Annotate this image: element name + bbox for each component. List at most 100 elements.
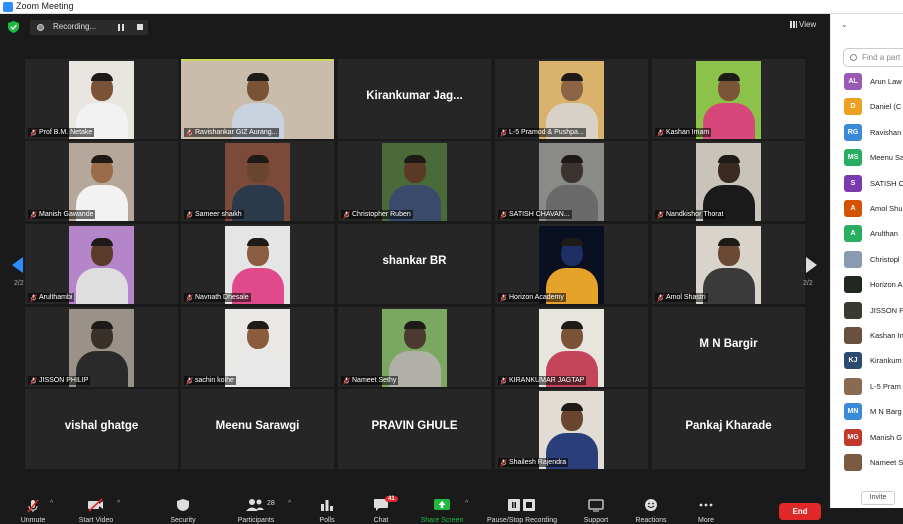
search-icon <box>850 54 857 61</box>
participant-tile[interactable]: Horizon Academy <box>495 224 648 304</box>
participant-tile[interactable]: shankar BR <box>338 224 491 304</box>
participant-name-label: SATISH CHAVAN... <box>498 210 572 219</box>
view-label: View <box>799 20 817 29</box>
participant-tile[interactable]: Nameet Sethy <box>338 307 491 387</box>
stop-recording-icon[interactable] <box>137 24 143 30</box>
muted-mic-icon <box>343 377 350 385</box>
avatar <box>844 250 862 268</box>
participant-tile[interactable]: M N Bargir <box>652 307 805 387</box>
participant-list-item[interactable]: MS Meenu Sa <box>844 149 903 167</box>
video-options-caret-icon[interactable]: ^ <box>117 500 120 507</box>
participant-tile[interactable]: vishal ghatge <box>25 389 178 469</box>
muted-mic-icon <box>500 377 507 385</box>
participant-list-item[interactable]: Nameet S <box>844 454 903 472</box>
participant-tile[interactable]: PRAVIN GHULE <box>338 389 491 469</box>
share-options-caret-icon[interactable]: ^ <box>465 500 468 507</box>
participant-tile[interactable]: Kirankumar Jag... <box>338 59 491 139</box>
participant-name-label: Ravishankar GIZ Aurang... <box>184 128 280 137</box>
participant-list-item[interactable]: A Arulthan <box>844 225 903 243</box>
participant-tile[interactable]: JISSON PHILIP <box>25 307 178 387</box>
participant-list-item[interactable]: MG Manish G <box>844 428 903 447</box>
participants-options-caret-icon[interactable]: ^ <box>288 500 291 507</box>
participant-tile[interactable]: sachin kolhe <box>181 307 334 387</box>
participant-name-display: Meenu Sarawgi <box>215 420 300 432</box>
reactions-button[interactable]: Reactions <box>621 484 681 524</box>
avatar: RG <box>844 123 862 141</box>
participant-tile[interactable]: Nandkishor Thorat <box>652 141 805 221</box>
participant-list-item[interactable]: Horizon A <box>844 276 903 294</box>
participant-tile[interactable]: Manish Gawande <box>25 141 178 221</box>
invite-button[interactable]: Invite <box>861 491 895 505</box>
avatar <box>844 301 862 319</box>
muted-mic-icon <box>500 211 507 219</box>
more-button[interactable]: More <box>676 484 736 524</box>
chat-button[interactable]: Chat <box>351 484 411 524</box>
participant-name-label: L-5 Pramod & Pushpa... <box>498 128 586 137</box>
participant-search-input[interactable]: Find a part <box>843 48 903 67</box>
next-page-arrow-icon[interactable] <box>806 257 817 273</box>
participant-tile[interactable]: Ravishankar GIZ Aurang... <box>181 59 334 139</box>
participant-list-item[interactable]: Christopl <box>844 250 903 269</box>
polls-button[interactable]: Polls <box>297 484 357 524</box>
previous-page-arrow-icon[interactable] <box>12 257 23 273</box>
participant-tile[interactable]: Prof B.M. Netake <box>25 59 178 139</box>
polls-icon <box>321 500 333 511</box>
participant-list-item[interactable]: Kashan In <box>844 327 903 345</box>
reactions-smiley-icon <box>645 499 657 511</box>
participant-list-item[interactable]: A Amol Shu <box>844 200 903 218</box>
participant-list-item[interactable]: S SATISH C <box>844 174 903 193</box>
participant-list-item[interactable]: AL Arun Law <box>844 73 903 91</box>
participant-tile[interactable]: Kashan Imam <box>652 59 805 139</box>
support-button[interactable]: Support <box>566 484 626 524</box>
audio-options-caret-icon[interactable]: ^ <box>50 500 53 507</box>
participant-label-text: Nandkishor Thorat <box>666 211 724 218</box>
participant-tile[interactable]: SATISH CHAVAN... <box>495 141 648 221</box>
collapse-chevron-icon[interactable]: ⌄ <box>841 20 848 29</box>
avatar <box>844 454 862 471</box>
participant-tile[interactable]: Amol Shastri <box>652 224 805 304</box>
share-screen-button[interactable]: Share Screen <box>412 484 472 524</box>
participant-label-text: Arulthambi <box>39 294 73 301</box>
participant-list-item[interactable]: KJ Kirankum <box>844 352 903 370</box>
muted-mic-icon <box>500 129 507 137</box>
participant-list-item[interactable]: D Daniel (C <box>844 98 903 116</box>
participant-list-name: Daniel (C <box>870 102 902 112</box>
unmute-button[interactable]: Unmute <box>3 484 63 524</box>
participant-tile[interactable]: Pankaj Kharade <box>652 389 805 469</box>
muted-mic-icon <box>27 499 39 513</box>
pause-recording-icon[interactable] <box>118 24 124 31</box>
end-meeting-button[interactable]: End <box>779 503 821 520</box>
grid-icon <box>790 21 797 28</box>
avatar <box>844 327 862 344</box>
participant-tile[interactable]: Navnath Dhesale <box>181 224 334 304</box>
participant-label-text: SATISH CHAVAN... <box>509 211 570 218</box>
pause-stop-recording-button[interactable]: Pause/Stop Recording <box>477 484 567 524</box>
participant-tile[interactable]: Arulthambi <box>25 224 178 304</box>
participants-panel: ⌄ Find a part AL Arun Law D Daniel (C RG Ravi… <box>830 14 903 508</box>
participant-list-item[interactable]: MN M N Barg <box>844 403 903 421</box>
muted-mic-icon <box>30 466 32 467</box>
participant-list-item[interactable]: JISSON P <box>844 301 903 320</box>
participant-tile[interactable]: KIRANKUMAR JAGTAP <box>495 307 648 387</box>
muted-mic-icon <box>657 294 664 302</box>
participant-tile[interactable]: L-5 Pramod & Pushpa... <box>495 59 648 139</box>
participant-list-item[interactable]: L-5 Pram <box>844 377 903 396</box>
muted-mic-icon <box>186 129 193 137</box>
view-button[interactable]: View <box>790 20 816 29</box>
participant-label-text: Amol Shastri <box>666 294 706 301</box>
participant-tile[interactable]: Shailesh Rajendra <box>495 389 648 469</box>
participant-label-text: KIRANKUMAR JAGTAP <box>509 377 585 384</box>
window-titlebar: Zoom Meeting <box>0 0 903 14</box>
security-shield-icon[interactable] <box>8 21 19 33</box>
avatar: MN <box>844 403 862 421</box>
participant-tile[interactable]: Sameer shaikh <box>181 141 334 221</box>
participants-button[interactable]: Participants <box>226 484 286 524</box>
participant-tile[interactable]: Meenu Sarawgi <box>181 389 334 469</box>
participant-tile[interactable]: Christopher Ruben <box>338 141 491 221</box>
participant-list-item[interactable]: RG Ravishan <box>844 123 903 142</box>
security-button[interactable]: Security <box>153 484 213 524</box>
participant-label-text: sachin kolhe <box>195 377 234 384</box>
muted-mic-icon <box>657 211 664 219</box>
avatar: AL <box>844 73 862 90</box>
muted-mic-icon <box>30 377 37 385</box>
